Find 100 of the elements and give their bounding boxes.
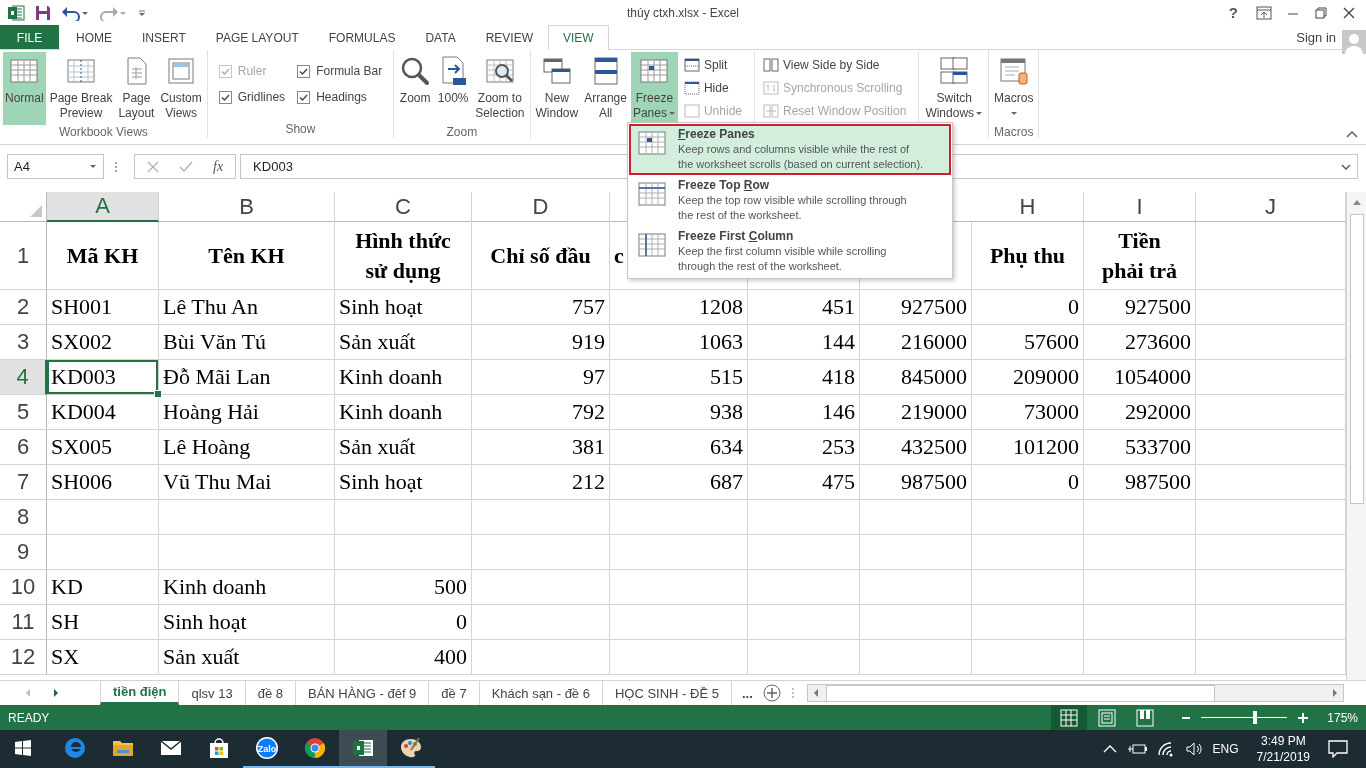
table-cell: 57600 <box>972 325 1084 360</box>
reset-window-icon <box>763 102 779 119</box>
taskbar-button[interactable]: Zalo <box>243 730 291 768</box>
column-header[interactable]: C <box>335 192 472 222</box>
column-header[interactable]: B <box>159 192 335 222</box>
scroll-up-icon[interactable] <box>1351 198 1362 206</box>
table-cell: SH001 <box>47 290 159 325</box>
column-header[interactable]: H <box>972 192 1084 222</box>
clock-time[interactable]: 3:49 PM <box>1260 733 1306 749</box>
table-cell: 418 <box>748 360 860 395</box>
collapse-ribbon-icon[interactable] <box>1346 130 1358 138</box>
ribbon-button[interactable]: Page Layout <box>116 52 157 125</box>
save-icon[interactable] <box>35 4 51 21</box>
table-cell: SX002 <box>47 325 159 360</box>
more-sheets-button[interactable]: ... <box>731 681 763 705</box>
help-button[interactable]: ? <box>1224 4 1242 21</box>
column-header[interactable]: A <box>47 192 159 222</box>
vertical-scrollbar[interactable] <box>1346 192 1366 680</box>
ribbon-button[interactable]: View Side by Side <box>761 53 909 76</box>
split-window-icon <box>683 56 700 73</box>
sync-scroll-icon <box>763 79 779 96</box>
row-header[interactable]: 1 <box>0 222 47 290</box>
zoom-in-icon[interactable] <box>1297 711 1310 724</box>
horizontal-scrollbar[interactable] <box>806 684 1344 702</box>
table-cell: 273600 <box>1084 325 1196 360</box>
taskbar-button[interactable] <box>339 730 387 768</box>
row-header[interactable]: 10 <box>0 570 47 605</box>
ribbon-button[interactable]: Zoom <box>397 52 434 125</box>
add-sheet-icon[interactable] <box>762 684 781 702</box>
volume-icon[interactable] <box>1184 741 1203 757</box>
table-cell: 0 <box>972 290 1084 325</box>
next-sheet-icon[interactable] <box>52 688 60 698</box>
notification-icon[interactable] <box>1328 740 1348 758</box>
table-cell: 919 <box>472 325 610 360</box>
ribbon-button[interactable]: Hide <box>681 76 744 99</box>
ribbon-button[interactable]: Macros <box>992 52 1036 125</box>
row-header[interactable]: 12 <box>0 640 47 675</box>
table-cell: 216000 <box>860 325 972 360</box>
column-header[interactable]: D <box>472 192 610 222</box>
checkbox[interactable]: Gridlines <box>218 90 286 104</box>
checkbox[interactable]: Headings <box>297 90 383 104</box>
ribbon-button[interactable]: New Window <box>533 52 581 125</box>
column-header[interactable]: I <box>1084 192 1196 222</box>
caret-icon <box>89 162 97 171</box>
ribbon-button[interactable]: Normal <box>3 52 46 125</box>
sign-in-link[interactable]: Sign in <box>1296 30 1336 45</box>
scroll-right-icon[interactable] <box>1331 688 1339 698</box>
ribbon-button[interactable]: Zoom to Selection <box>473 52 527 125</box>
chevron-up-icon[interactable] <box>1102 744 1117 754</box>
sheet-tab[interactable]: tiền điện <box>100 681 180 705</box>
row-header[interactable]: 2 <box>0 290 47 325</box>
ribbon-button[interactable]: 100% <box>435 52 472 125</box>
battery-icon[interactable] <box>1126 742 1147 756</box>
row-header[interactable]: 7 <box>0 465 47 500</box>
selected-cell: KD003 <box>47 360 159 395</box>
table-cell: Tên KH <box>159 222 335 290</box>
ribbon-button[interactable]: Freeze Panes <box>630 52 678 125</box>
table-cell: Hoàng Hải <box>159 395 335 430</box>
slider-thumb[interactable] <box>1252 711 1257 724</box>
file-tab[interactable]: FILE <box>0 25 59 49</box>
ribbon-options-icon[interactable] <box>1256 5 1272 20</box>
window-icon <box>683 102 700 119</box>
restore-icon[interactable] <box>1314 5 1328 20</box>
table-cell: 500 <box>335 570 472 605</box>
scrollbar-thumb[interactable] <box>825 684 1215 702</box>
table-cell: SH006 <box>47 465 159 500</box>
scrollbar-thumb[interactable] <box>1349 214 1364 504</box>
customize-icon[interactable] <box>137 7 147 18</box>
ribbon-button[interactable]: Page Break Preview <box>47 52 115 125</box>
grip-icon <box>114 160 118 173</box>
ribbon-button[interactable]: Custom Views <box>158 52 204 125</box>
view-button[interactable] <box>1051 705 1088 730</box>
insert-function-button[interactable]: fx <box>213 158 224 175</box>
table-cell: Lê Thu An <box>159 290 335 325</box>
name-box[interactable]: A4 <box>7 154 104 179</box>
menu-item[interactable]: Freeze Panes Keep rows and columns visible while the rest of the worksheet scrolls (based on current selection). <box>629 124 951 175</box>
wifi-icon[interactable] <box>1156 741 1175 757</box>
row-header[interactable]: 8 <box>0 500 47 535</box>
table-cell: 792 <box>472 395 610 430</box>
zoom-level[interactable]: 175% <box>1327 710 1358 725</box>
clock-date[interactable]: 7/21/2019 <box>1256 749 1310 765</box>
table-cell: 209000 <box>972 360 1084 395</box>
close-icon[interactable] <box>1342 5 1356 20</box>
ribbon-button[interactable]: Arrange All <box>582 52 629 125</box>
table-cell: 451 <box>748 290 860 325</box>
row-header[interactable]: 6 <box>0 430 47 465</box>
table-cell: KD004 <box>47 395 159 430</box>
table-cell: 97 <box>472 360 610 395</box>
ribbon-button[interactable]: Split <box>681 53 744 76</box>
table-cell: Kinh doanh <box>335 360 472 395</box>
ribbon-tab[interactable]: VIEW <box>548 25 609 50</box>
row-header[interactable]: 4 <box>0 360 47 395</box>
language-indicator[interactable]: ENG <box>1212 742 1239 756</box>
row-header[interactable]: 9 <box>0 535 47 570</box>
table-cell: 101200 <box>972 430 1084 465</box>
table-cell: Vũ Thu Mai <box>159 465 335 500</box>
expand-icon[interactable] <box>1341 162 1351 171</box>
checkbox[interactable]: Formula Bar <box>297 64 383 78</box>
row-header[interactable]: 5 <box>0 395 47 430</box>
row-header[interactable]: 11 <box>0 605 47 640</box>
